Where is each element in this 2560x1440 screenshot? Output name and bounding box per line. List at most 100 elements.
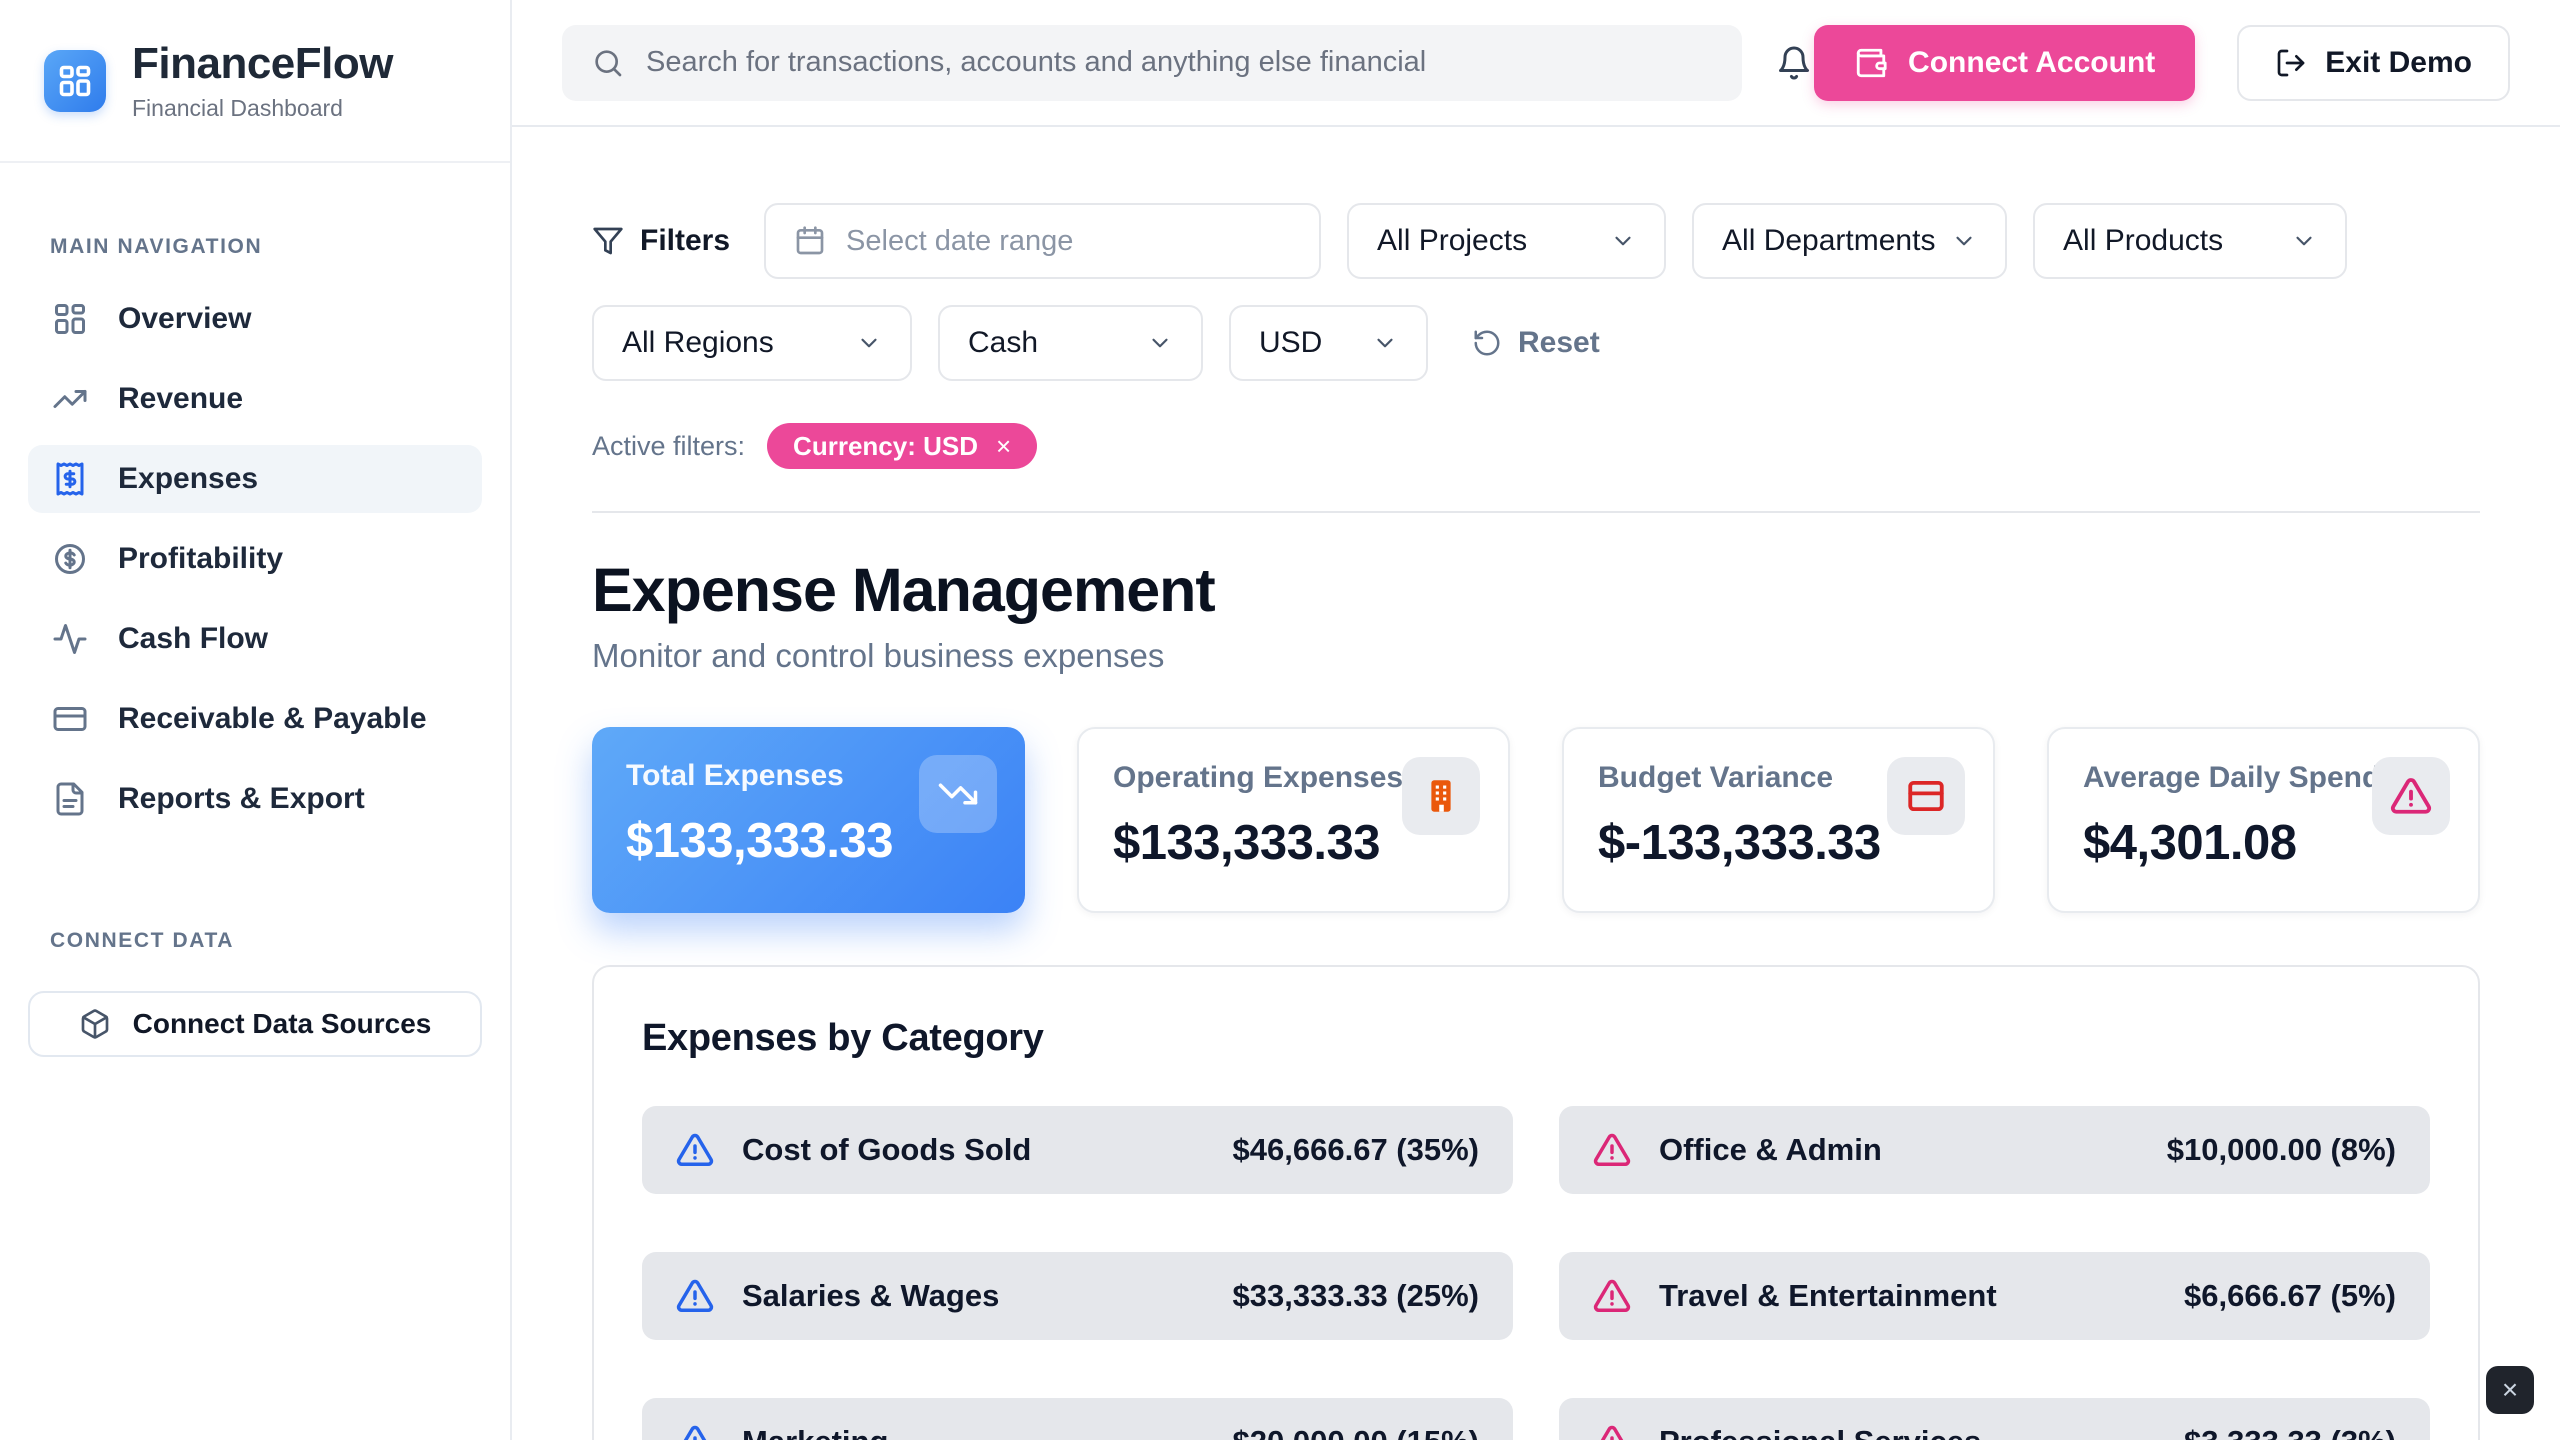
chevron-down-icon: [1610, 228, 1636, 254]
exit-demo-button[interactable]: Exit Demo: [2237, 25, 2510, 101]
category-row-travel-entertainment[interactable]: Travel & Entertainment $6,666.67 (5%): [1559, 1252, 2430, 1340]
dashboard-icon: [52, 301, 88, 337]
page-title: Expense Management: [592, 555, 2480, 625]
brand-text: FinanceFlow Financial Dashboard: [132, 39, 393, 122]
sidebar-item-label: Profitability: [118, 542, 283, 576]
stat-icon-chip: [1887, 757, 1965, 835]
active-filter-chip-currency[interactable]: Currency: USD ×: [767, 423, 1037, 469]
category-row-office-admin[interactable]: Office & Admin $10,000.00 (8%): [1559, 1106, 2430, 1194]
wallet-icon: [1854, 46, 1888, 80]
expenses-by-category-panel: Expenses by Category Cost of Goods Sold …: [592, 965, 2480, 1440]
connect-data-section: CONNECT DATA Connect Data Sources: [0, 929, 510, 1057]
notifications-button[interactable]: [1776, 45, 1812, 81]
alert-triangle-icon: [2390, 775, 2432, 817]
payment-method-dropdown-value: Cash: [968, 326, 1038, 360]
chevron-down-icon: [1147, 330, 1173, 356]
projects-dropdown[interactable]: All Projects: [1347, 203, 1666, 279]
regions-dropdown-value: All Regions: [622, 326, 774, 360]
brand-header: FinanceFlow Financial Dashboard: [0, 0, 510, 163]
category-name: Professional Services: [1659, 1424, 1981, 1440]
sidebar-item-receivable-payable[interactable]: Receivable & Payable: [28, 685, 482, 753]
main-area: Connect Account Exit Demo Filters All Pr…: [512, 0, 2560, 1440]
activity-icon: [52, 621, 88, 657]
reset-filters-button[interactable]: Reset: [1472, 326, 1600, 360]
category-name: Travel & Entertainment: [1659, 1278, 1997, 1314]
sidebar-item-profitability[interactable]: Profitability: [28, 525, 482, 593]
active-filters-label: Active filters:: [592, 431, 745, 462]
category-value: $3,333.33 (3%): [2184, 1424, 2396, 1440]
section-divider: [592, 511, 2480, 513]
calendar-icon: [794, 225, 826, 257]
search-input[interactable]: [646, 46, 1712, 79]
funnel-icon: [592, 225, 624, 257]
departments-dropdown[interactable]: All Departments: [1692, 203, 2007, 279]
category-row-cost-of-goods-sold[interactable]: Cost of Goods Sold $46,666.67 (35%): [642, 1106, 1513, 1194]
filters-row-1: Filters All Projects All Departments All…: [592, 203, 2480, 279]
toast-close-button[interactable]: ×: [2486, 1366, 2534, 1414]
category-value: $46,666.67 (35%): [1233, 1132, 1479, 1168]
connect-account-button[interactable]: Connect Account: [1814, 25, 2195, 101]
chevron-down-icon: [2291, 228, 2317, 254]
sidebar-item-overview[interactable]: Overview: [28, 285, 482, 353]
category-row-salaries-wages[interactable]: Salaries & Wages $33,333.33 (25%): [642, 1252, 1513, 1340]
date-range-input[interactable]: [846, 225, 1291, 258]
stat-cards: Total Expenses $133,333.33 Operating Exp…: [592, 727, 2480, 913]
brand-tagline: Financial Dashboard: [132, 95, 393, 122]
category-row-marketing[interactable]: Marketing $20,000.00 (15%): [642, 1398, 1513, 1440]
category-name: Office & Admin: [1659, 1132, 1882, 1168]
stat-card-budget-variance[interactable]: Budget Variance $-133,333.33: [1562, 727, 1995, 913]
currency-dropdown[interactable]: USD: [1229, 305, 1428, 381]
category-value: $6,666.67 (5%): [2184, 1278, 2396, 1314]
main-navigation: MAIN NAVIGATION Overview Revenue Expense…: [0, 163, 510, 833]
exit-demo-label: Exit Demo: [2325, 46, 2472, 80]
brand-name: FinanceFlow: [132, 39, 393, 89]
cube-icon: [79, 1008, 111, 1040]
content: Filters All Projects All Departments All…: [512, 127, 2560, 1440]
trending-up-icon: [52, 381, 88, 417]
stat-icon-chip: [919, 755, 997, 833]
active-filter-chip-label: Currency: USD: [793, 431, 978, 462]
panel-title: Expenses by Category: [642, 1017, 2430, 1060]
category-value: $10,000.00 (8%): [2167, 1132, 2396, 1168]
connect-data-sources-button[interactable]: Connect Data Sources: [28, 991, 482, 1057]
page-subtitle: Monitor and control business expenses: [592, 637, 2480, 675]
chevron-down-icon: [1372, 330, 1398, 356]
sidebar-item-label: Overview: [118, 302, 251, 336]
regions-dropdown[interactable]: All Regions: [592, 305, 912, 381]
category-name: Cost of Goods Sold: [742, 1132, 1031, 1168]
stat-card-operating-expenses[interactable]: Operating Expenses $133,333.33: [1077, 727, 1510, 913]
departments-dropdown-value: All Departments: [1722, 224, 1935, 258]
payment-method-dropdown[interactable]: Cash: [938, 305, 1203, 381]
alert-triangle-icon: [676, 1131, 714, 1169]
topbar: Connect Account Exit Demo: [512, 0, 2560, 127]
category-value: $20,000.00 (15%): [1233, 1424, 1479, 1440]
date-range-field[interactable]: [764, 203, 1321, 279]
filters-title: Filters: [592, 224, 730, 258]
search-box[interactable]: [562, 25, 1742, 101]
sidebar-item-expenses[interactable]: Expenses: [28, 445, 482, 513]
stat-icon-chip: [2372, 757, 2450, 835]
products-dropdown[interactable]: All Products: [2033, 203, 2347, 279]
filters-row-2: All Regions Cash USD Reset: [592, 305, 2480, 381]
building-icon: [1420, 775, 1462, 817]
search-icon: [592, 47, 624, 79]
dollar-circle-icon: [52, 541, 88, 577]
sidebar-item-label: Reports & Export: [118, 782, 365, 816]
sidebar-item-cash-flow[interactable]: Cash Flow: [28, 605, 482, 673]
connect-data-sources-label: Connect Data Sources: [133, 1008, 432, 1040]
sidebar-item-label: Cash Flow: [118, 622, 268, 656]
alert-triangle-icon: [1593, 1277, 1631, 1315]
category-grid: Cost of Goods Sold $46,666.67 (35%) Offi…: [642, 1106, 2430, 1440]
sidebar-item-label: Receivable & Payable: [118, 702, 427, 736]
category-name: Marketing: [742, 1424, 888, 1440]
alert-triangle-icon: [676, 1423, 714, 1440]
sidebar-item-revenue[interactable]: Revenue: [28, 365, 482, 433]
sidebar-item-reports-export[interactable]: Reports & Export: [28, 765, 482, 833]
category-row-professional-services[interactable]: Professional Services $3,333.33 (3%): [1559, 1398, 2430, 1440]
alert-triangle-icon: [1593, 1423, 1631, 1440]
sidebar-item-label: Revenue: [118, 382, 243, 416]
bell-icon: [1776, 45, 1812, 81]
stat-card-total-expenses[interactable]: Total Expenses $133,333.33: [592, 727, 1025, 913]
chip-close-icon[interactable]: ×: [996, 433, 1011, 459]
stat-card-average-daily-spend[interactable]: Average Daily Spend $4,301.08: [2047, 727, 2480, 913]
